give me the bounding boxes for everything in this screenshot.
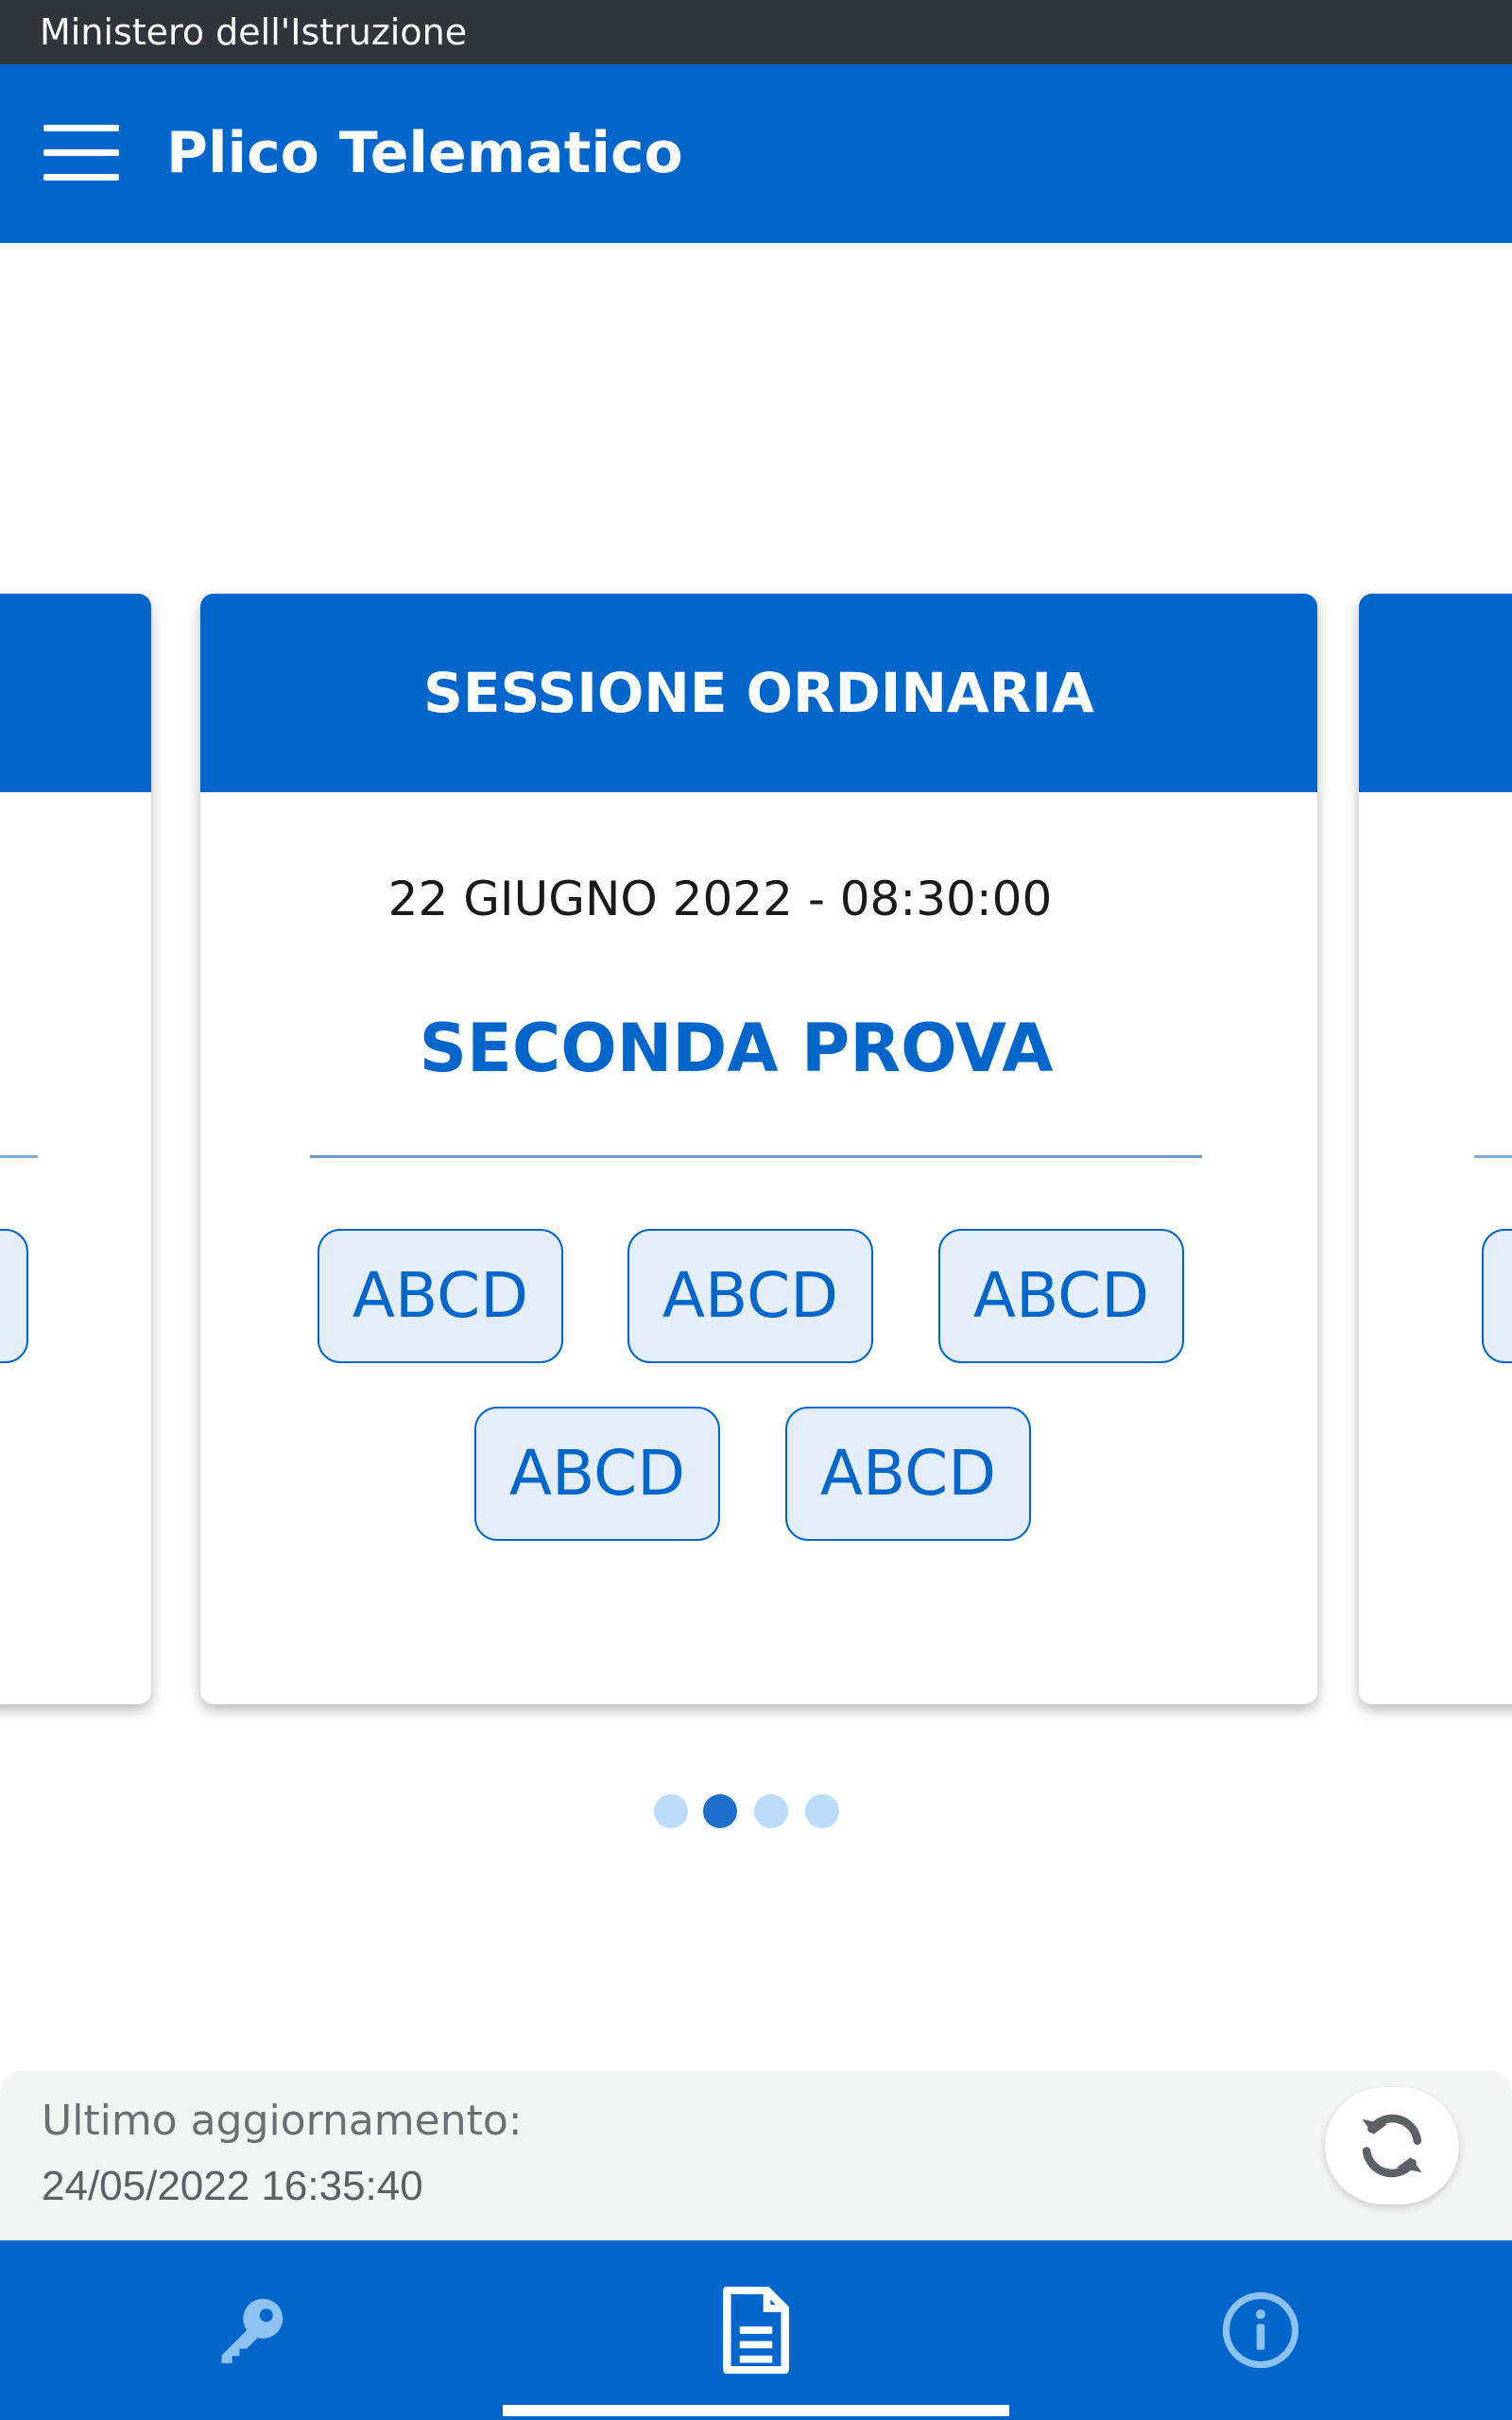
code-chip[interactable]: [1482, 1229, 1512, 1363]
code-chip[interactable]: [0, 1229, 28, 1363]
document-icon: [723, 2287, 789, 2374]
next-session-card[interactable]: [1359, 594, 1512, 1704]
card-divider: [1474, 1155, 1512, 1158]
code-chip[interactable]: ABCD: [785, 1407, 1031, 1541]
card-header: SESSIONE ORDINARIA: [200, 594, 1317, 792]
app-bar: Plico Telematico: [0, 64, 1512, 243]
hamburger-menu-icon[interactable]: [43, 125, 119, 182]
exam-date: 22 GIUGNO 2022 - 08:30:00: [387, 872, 1053, 926]
tab-info[interactable]: [1009, 2240, 1512, 2420]
card-header: [0, 594, 151, 792]
page-dot[interactable]: [754, 1794, 788, 1828]
info-icon: [1222, 2291, 1299, 2369]
key-icon: [221, 2298, 284, 2363]
status-bar: Ministero dell'Istruzione: [0, 0, 1512, 64]
session-card: SESSIONE ORDINARIA 22 GIUGNO 2022 - 08:3…: [200, 594, 1317, 1704]
last-update-panel: Ultimo aggiornamento: 24/05/2022 16:35:4…: [0, 2070, 1512, 2240]
code-chip[interactable]: ABCD: [627, 1229, 873, 1363]
bottom-navigation: [0, 2240, 1512, 2420]
last-update-label: Ultimo aggiornamento:: [42, 2097, 523, 2145]
card-divider: [0, 1155, 38, 1158]
card-header: [1359, 594, 1512, 792]
page-dot-active[interactable]: [703, 1794, 737, 1828]
code-chip[interactable]: ABCD: [318, 1229, 563, 1363]
tab-key[interactable]: [0, 2240, 503, 2420]
code-chip[interactable]: ABCD: [938, 1229, 1184, 1363]
previous-session-card[interactable]: [0, 594, 151, 1704]
refresh-button[interactable]: [1325, 2087, 1459, 2204]
refresh-icon: [1362, 2114, 1422, 2178]
session-title: SESSIONE ORDINARIA: [423, 661, 1094, 725]
card-divider: [310, 1155, 1202, 1158]
last-update-timestamp: 24/05/2022 16:35:40: [42, 2163, 423, 2209]
tab-documents[interactable]: [503, 2240, 1009, 2420]
code-chip[interactable]: ABCD: [474, 1407, 720, 1541]
carrier-label: Ministero dell'Istruzione: [40, 11, 468, 53]
page-dot[interactable]: [805, 1794, 839, 1828]
app-title: Plico Telematico: [166, 120, 683, 186]
exam-subject: SECONDA PROVA: [419, 1010, 1054, 1087]
page-dot[interactable]: [654, 1794, 688, 1828]
